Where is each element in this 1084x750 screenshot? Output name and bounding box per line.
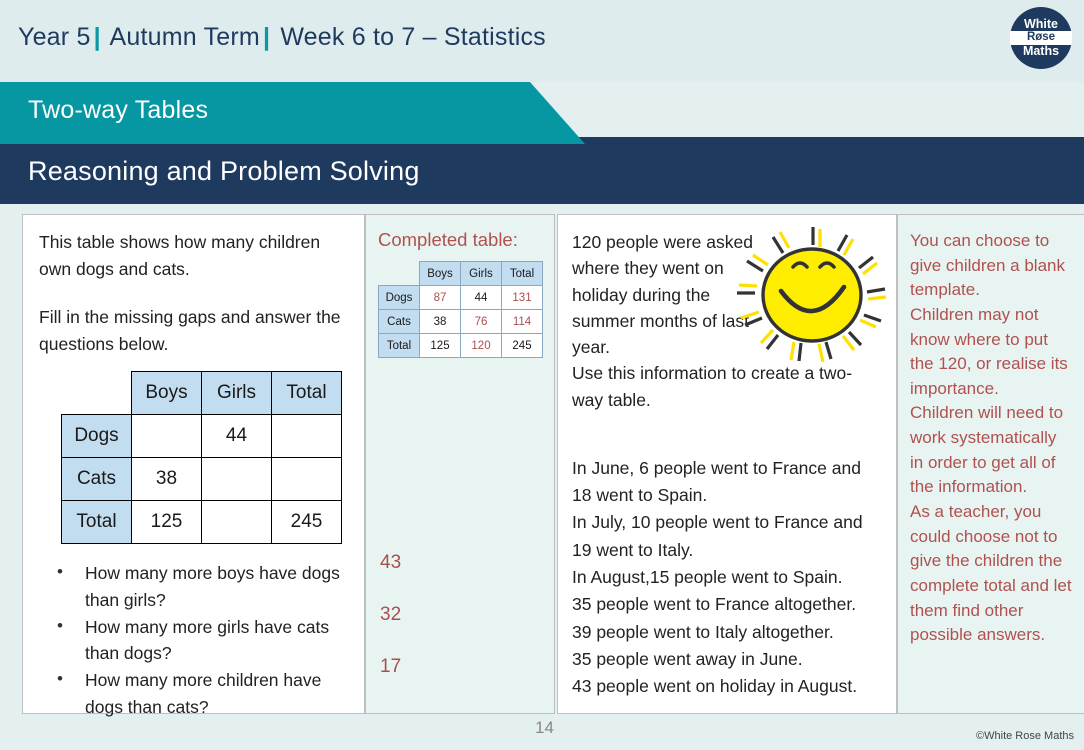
answer-panel-title: Completed table: [378,229,518,250]
question-intro: This table shows how many children own d… [23,215,364,357]
mini-row-header-dogs: Dogs [378,285,420,310]
cell-cats-girls[interactable] [201,457,272,502]
mini-cell-cats-total: 114 [501,309,543,334]
table-row-header-cats: Cats [61,457,132,502]
two-way-table-completed: Boys Girls Total Dogs 87 44 131 Cats 38 … [378,261,543,358]
question-list: How many more boys have dogs than girls?… [23,559,364,720]
mini-cell-dogs-girls: 44 [460,285,502,310]
header-year: Year 5 [18,23,91,51]
logo-line-maths: Maths [1022,43,1060,58]
cell-total-total[interactable]: 245 [271,500,342,545]
mini-cell-dogs-total: 131 [501,285,543,310]
teacher-note-paragraph: Children may not know where to put the 1… [910,304,1068,398]
mini-row-header-total: Total [378,333,420,358]
page-number: 14 [535,718,554,737]
cell-dogs-total[interactable] [271,414,342,459]
mini-cell-cats-girls: 76 [460,309,502,334]
list-item: How many more girls have cats than dogs? [53,613,350,667]
header-separator-2: | [262,23,271,51]
answer-value-3: 17 [380,656,402,677]
section-banner-label: Reasoning and Problem Solving [28,156,420,186]
cell-total-boys[interactable]: 125 [131,500,202,545]
cell-dogs-boys[interactable] [131,414,202,459]
copyright-notice: ©White Rose Maths [976,730,1074,742]
mini-col-header-girls: Girls [460,261,502,286]
white-rose-maths-logo: White Røse Maths [1010,7,1072,69]
logo-line-rose: Røse [1010,31,1072,45]
header-week: Week 6 to 7 – Statistics [280,23,546,51]
header-separator-1: | [93,23,101,51]
mini-cell-total-girls: 120 [460,333,502,358]
answer-value-2: 32 [380,604,402,625]
cell-dogs-girls[interactable]: 44 [201,414,272,459]
context-fact: 43 people went on holiday in August. [572,676,858,697]
table-row: Total 125 245 [61,500,342,545]
context-intro: 120 people were asked where they went on… [572,232,753,357]
teacher-note-paragraph: Children will need to work systematicall… [910,403,1064,497]
cell-cats-total[interactable] [271,457,342,502]
table-row: Dogs 44 [61,414,342,459]
mini-col-header-total: Total [501,261,543,286]
teacher-note-paragraph: You can choose to give children a blank … [910,231,1065,300]
context-fact: 39 people went to Italy altogether. [572,621,834,642]
question-panel: This table shows how many children own d… [22,214,365,717]
table-row: Total 125 120 245 [378,333,543,358]
teacher-note-paragraph: As a teacher, you could choose not to gi… [910,502,1072,645]
context-fact: 35 people went to France altogether. [572,594,857,615]
two-way-table-blank: Boys Girls Total Dogs 44 Cats 38 Total 1… [61,371,342,545]
answer-values-list: 43 32 17 [380,553,401,709]
context-panel: 120 people were asked where they went on… [557,214,897,714]
context-facts-list: In June, 6 people went to France and 18 … [558,455,896,701]
sun-icon [737,227,887,363]
question-intro-line-2: own dogs and cats. [39,258,190,279]
table-header-row: Boys Girls Total [379,261,543,286]
list-item: How many more boys have dogs than girls? [53,559,350,613]
teacher-notes-panel: You can choose to give children a blank … [897,214,1084,714]
table-row-header-dogs: Dogs [61,414,132,459]
context-fact: In July, 10 people went to France and 19… [572,512,863,560]
mini-cell-total-boys: 125 [419,333,461,358]
context-fact: In August,15 people went to Spain. [572,566,843,587]
mini-cell-cats-boys: 38 [419,309,461,334]
context-fact: 35 people went away in June. [572,648,803,669]
answer-panel: Completed table: Boys Girls Total Dogs 8… [365,214,555,714]
question-intro-line-1: This table shows how many children [39,232,321,252]
list-item: How many more children have dogs than ca… [53,666,350,720]
question-instruction: Fill in the missing gaps and answer the … [39,307,341,354]
answer-value-1: 43 [380,552,402,573]
mini-col-header-boys: Boys [419,261,461,286]
topic-banner-label: Two-way Tables [28,96,209,124]
logo-line-white: White [1023,17,1059,32]
table-col-header-boys: Boys [131,371,202,416]
mini-cell-dogs-boys: 87 [419,285,461,310]
cell-total-girls[interactable] [201,500,272,545]
table-row: Dogs 87 44 131 [378,285,543,310]
cell-cats-boys[interactable]: 38 [131,457,202,502]
table-corner-cell [379,262,420,286]
teacher-notes-body: You can choose to give children a blank … [898,215,1084,648]
table-header-row: Boys Girls Total [62,371,342,416]
page-title: Year 5 | Autumn Term | Week 6 to 7 – Stati… [18,23,546,52]
context-fact: In June, 6 people went to France and 18 … [572,457,861,506]
table-row-header-total: Total [61,500,132,545]
table-col-header-total: Total [271,371,342,416]
table-col-header-girls: Girls [201,371,272,416]
table-corner-cell [62,372,132,415]
mini-cell-total-total: 245 [501,333,543,358]
table-row: Cats 38 [61,457,342,502]
header-term: Autumn Term [109,23,260,51]
mini-row-header-cats: Cats [378,309,420,334]
table-row: Cats 38 76 114 [378,309,543,334]
